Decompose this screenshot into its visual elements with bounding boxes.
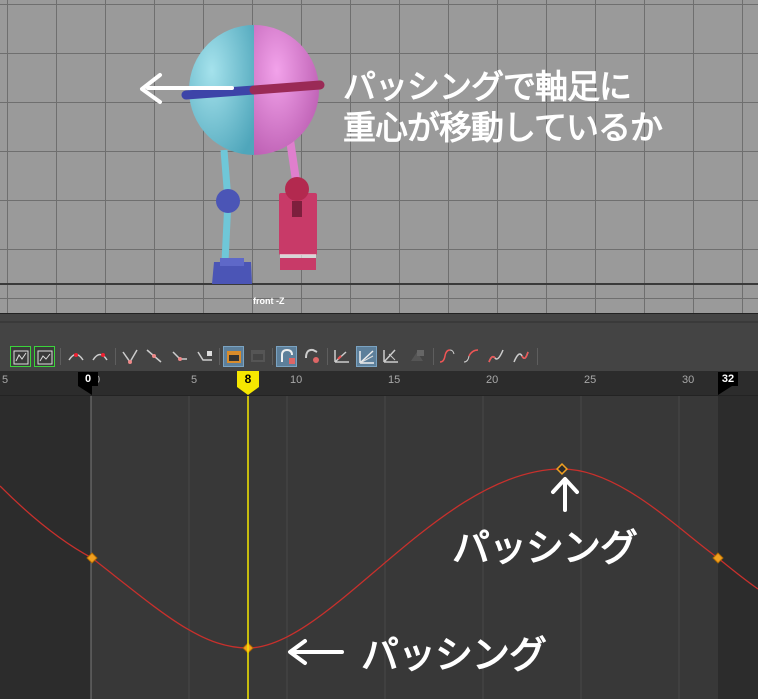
time-snap-icon[interactable] (381, 346, 402, 367)
ruler-label: 15 (388, 374, 401, 386)
auto-tangent-icon[interactable] (90, 346, 111, 367)
panel-divider[interactable] (0, 313, 758, 345)
out-of-range-left (0, 396, 91, 699)
ruler-label: 30 (682, 374, 695, 386)
current-frame-marker[interactable]: 8 (237, 371, 259, 387)
break-tangents-icon[interactable] (276, 346, 297, 367)
annotation-trough: パッシング (361, 633, 547, 677)
flat-tangent-icon[interactable] (170, 346, 191, 367)
ruler-label: 5 (191, 374, 198, 386)
frame-all-icon[interactable] (10, 346, 31, 367)
annotation-peak: パッシング (452, 526, 638, 570)
out-of-range-right (718, 396, 758, 699)
linear-tangent-icon[interactable] (144, 346, 165, 367)
ruler-label: 25 (584, 374, 597, 386)
left-knee (216, 189, 240, 213)
end-frame-marker[interactable]: 32 (718, 372, 738, 386)
annotation-line2: 重心が移動しているか (343, 108, 663, 147)
center-current-time-icon[interactable] (66, 346, 87, 367)
free-tangent-weight-icon[interactable] (332, 346, 353, 367)
swap-buffer-icon[interactable] (248, 346, 269, 367)
ruler-label: 20 (486, 374, 499, 386)
unify-tangents-icon[interactable] (301, 346, 322, 367)
post-infinity-icon[interactable] (461, 346, 482, 367)
character-rig[interactable] (0, 0, 758, 313)
graph-editor-toolbar (0, 343, 758, 371)
pre-cycle-icon[interactable] (486, 346, 507, 367)
start-frame-marker[interactable]: 0 (78, 372, 98, 386)
frame-selection-icon[interactable] (34, 346, 55, 367)
lock-tangent-weight-icon[interactable] (356, 346, 377, 367)
spline-tangent-icon[interactable] (120, 346, 141, 367)
buffer-curve-icon[interactable] (223, 346, 244, 367)
post-cycle-icon[interactable] (511, 346, 532, 367)
camera-label: front -Z (253, 296, 285, 306)
pre-infinity-icon[interactable] (437, 346, 458, 367)
graph-editor-canvas[interactable]: パッシング パッシング (0, 396, 758, 699)
right-knee (285, 177, 309, 201)
ruler-label: 5 (2, 374, 9, 386)
time-ruler[interactable]: 5 0 5 10 15 20 25 30 0 32 8 (0, 371, 758, 396)
value-snap-icon[interactable] (407, 346, 428, 367)
3d-viewport[interactable]: パッシングで軸足に 重心が移動しているか front -Z (0, 0, 758, 313)
ruler-label: 10 (290, 374, 303, 386)
step-tangent-icon[interactable] (195, 346, 216, 367)
arm-right (249, 80, 325, 95)
arm-left (181, 85, 259, 100)
